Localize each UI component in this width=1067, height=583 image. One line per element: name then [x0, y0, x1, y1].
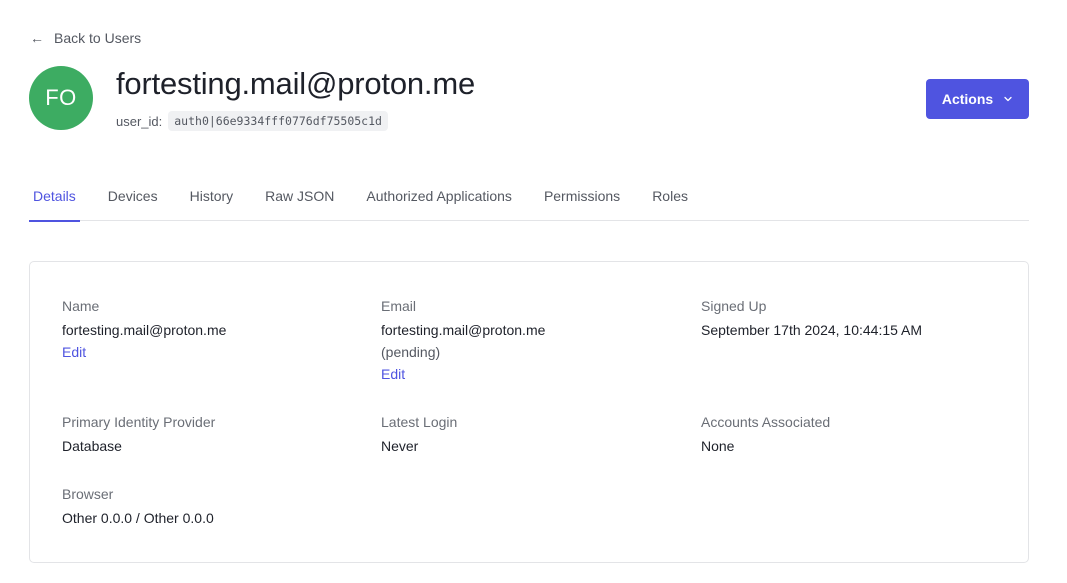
- field-identity-provider: Primary Identity Provider Database: [62, 413, 215, 457]
- tab-details[interactable]: Details: [29, 176, 80, 222]
- email-value: fortesting.mail@proton.me: [381, 322, 546, 338]
- field-label: Email: [381, 298, 417, 314]
- tab-label: Authorized Applications: [366, 188, 512, 204]
- field-label: Primary Identity Provider: [62, 414, 216, 430]
- email-status: (pending): [381, 344, 441, 360]
- tab-label: Roles: [652, 188, 688, 204]
- tab-label: History: [189, 188, 234, 204]
- tab-raw-json[interactable]: Raw JSON: [261, 176, 338, 221]
- tab-permissions[interactable]: Permissions: [540, 176, 624, 221]
- tab-history[interactable]: History: [186, 176, 238, 221]
- field-label: Signed Up: [701, 298, 767, 314]
- field-browser: Browser Other 0.0.0 / Other 0.0.0: [62, 485, 214, 529]
- back-to-users-link[interactable]: ← Back to Users: [30, 30, 141, 46]
- tab-label: Details: [33, 188, 76, 204]
- page-title: fortesting.mail@proton.me: [116, 66, 476, 101]
- chevron-down-icon: [1004, 96, 1012, 102]
- field-email: Email fortesting.mail@proton.me (pending…: [381, 297, 545, 385]
- tab-bar: Details Devices History Raw JSON Authori…: [29, 176, 1029, 222]
- actions-label: Actions: [941, 91, 994, 107]
- tab-label: Devices: [107, 188, 158, 204]
- field-accounts-associated: Accounts Associated None: [701, 413, 830, 457]
- field-latest-login: Latest Login Never: [381, 413, 457, 457]
- tab-devices[interactable]: Devices: [104, 176, 162, 221]
- edit-name-link[interactable]: Edit: [62, 341, 86, 363]
- user-id-label: user_id:: [116, 113, 163, 129]
- signed-up-value: September 17th 2024, 10:44:15 AM: [701, 322, 923, 338]
- field-label: Browser: [62, 486, 114, 502]
- edit-email-link[interactable]: Edit: [381, 363, 405, 385]
- avatar-initials: FO: [45, 85, 77, 110]
- name-value: fortesting.mail@proton.me: [62, 322, 227, 338]
- identity-provider-value: Database: [62, 438, 122, 454]
- field-name: Name fortesting.mail@proton.me Edit: [62, 297, 226, 363]
- field-label: Latest Login: [381, 414, 458, 430]
- latest-login-value: Never: [381, 438, 419, 454]
- back-to-users-label: Back to Users: [54, 30, 142, 46]
- arrow-left-icon: ←: [30, 30, 44, 46]
- field-label: Accounts Associated: [701, 414, 831, 430]
- actions-button[interactable]: Actions: [926, 79, 1029, 119]
- browser-value: Other 0.0.0 / Other 0.0.0: [62, 510, 214, 526]
- avatar: FO: [29, 66, 93, 130]
- tab-label: Raw JSON: [265, 188, 335, 204]
- field-signed-up: Signed Up September 17th 2024, 10:44:15 …: [701, 297, 922, 341]
- tab-authorized-applications[interactable]: Authorized Applications: [362, 176, 516, 221]
- user-id-value: auth0|66e9334fff0776df75505c1d: [168, 111, 388, 131]
- tab-roles[interactable]: Roles: [648, 176, 692, 221]
- accounts-associated-value: None: [701, 438, 735, 454]
- tab-label: Permissions: [543, 188, 621, 204]
- user-id-row: user_id: auth0|66e9334fff0776df75505c1d: [116, 111, 388, 131]
- field-label: Name: [62, 298, 100, 314]
- details-card: Name fortesting.mail@proton.me Edit Emai…: [29, 261, 1029, 563]
